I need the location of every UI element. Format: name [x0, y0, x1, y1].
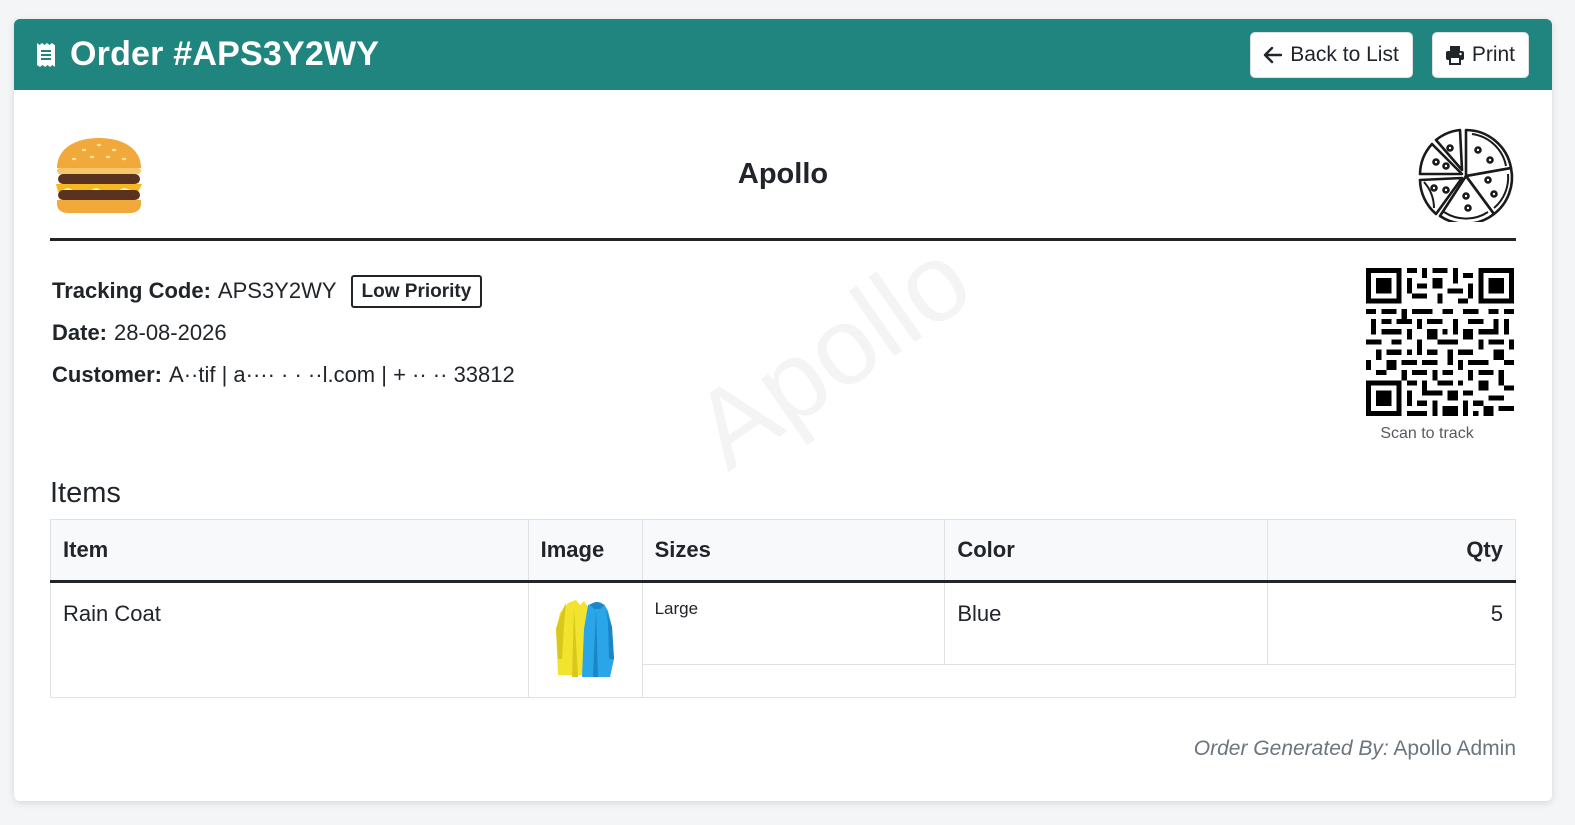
qr-code-image[interactable] [1366, 268, 1514, 416]
column-header-qty: Qty [1267, 519, 1516, 583]
header-actions: Back to List Print [1250, 31, 1529, 78]
date-label: Date: [52, 320, 108, 345]
column-header-color: Color [944, 519, 1269, 583]
order-footer: Order Generated By: Apollo Admin [1194, 737, 1516, 761]
print-button[interactable]: Print [1431, 31, 1529, 78]
tracking-code: APS3Y2WY [217, 278, 337, 303]
back-to-list-button[interactable]: Back to List [1250, 31, 1413, 78]
date-line: Date: 28-08-2026 [52, 312, 515, 354]
pizza-logo-icon [1416, 128, 1516, 226]
generated-by-author: Apollo Admin [1393, 737, 1516, 760]
raincoat-image[interactable] [554, 599, 616, 681]
customer-label: Customer: [52, 362, 163, 387]
item-qty-cell: 5 [1267, 581, 1516, 665]
brand-row: Apollo [50, 90, 1516, 241]
customer-line: Customer: A··tif | a···· · · ··l.com | +… [52, 354, 515, 396]
watermark: Apollo [670, 215, 993, 494]
items-table: Item Image Sizes Color Qty Rain Coat Lar… [50, 519, 1517, 698]
priority-badge: Low Priority [350, 274, 483, 308]
receipt-icon [36, 42, 56, 68]
arrow-left-icon [1263, 46, 1283, 64]
column-header-item: Item [50, 519, 529, 583]
column-header-image: Image [527, 519, 643, 583]
spacer-cell [641, 664, 1517, 698]
brand-name: Apollo [737, 158, 829, 190]
order-title: Order #APS3Y2WY [70, 35, 380, 73]
tracking-line: Tracking Code: APS3Y2WY Low Priority [52, 270, 515, 312]
item-color-cell: Blue [944, 581, 1269, 665]
column-header-sizes: Sizes [641, 519, 946, 583]
header-title-group: Order #APS3Y2WY [36, 35, 379, 74]
order-body: Apollo Apollo [50, 90, 1517, 801]
order-card: Order #APS3Y2WY Back to List Print Apoll… [14, 19, 1552, 801]
order-header: Order #APS3Y2WY Back to List Print [14, 19, 1552, 90]
order-info: Tracking Code: APS3Y2WY Low Priority Dat… [52, 270, 515, 396]
print-label: Print [1471, 42, 1515, 66]
generated-by-label: Order Generated By: [1193, 737, 1389, 760]
item-name-cell: Rain Coat [50, 581, 529, 698]
printer-icon [1445, 45, 1465, 65]
items-header-row: Item Image Sizes Color Qty [50, 519, 1516, 583]
back-to-list-label: Back to List [1290, 42, 1399, 66]
item-image-cell [527, 581, 643, 698]
items-title: Items [50, 477, 121, 509]
tracking-label: Tracking Code: [52, 278, 211, 303]
table-row: Rain Coat Large Blue 5 [50, 581, 1516, 698]
qr-caption: Scan to track [1380, 425, 1474, 442]
customer-details: A··tif | a···· · · ··l.com | + ·· ·· 338… [169, 362, 515, 387]
item-sizes-cell: Large [641, 581, 946, 665]
qr-block: Scan to track [1366, 268, 1514, 443]
order-date: 28-08-2026 [114, 320, 227, 345]
